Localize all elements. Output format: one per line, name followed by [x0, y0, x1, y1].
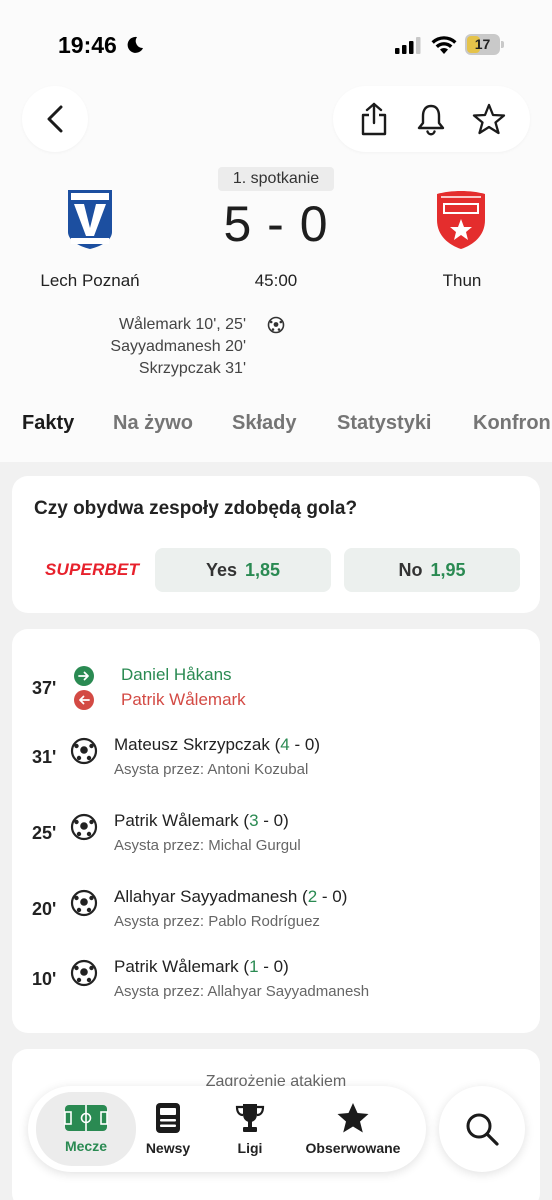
tab-stats[interactable]: Statystyki — [337, 412, 432, 435]
assist-text: Asysta przez: Pablo Rodríguez — [114, 913, 320, 930]
goal-title: Allahyar Sayyadmanesh (2 - 0) — [114, 887, 348, 906]
nav-label: Obserwowane — [305, 1140, 401, 1156]
cellular-signal-icon — [395, 37, 421, 54]
event-minute: 31' — [32, 747, 57, 767]
match-clock: 45:00 — [254, 271, 298, 290]
football-icon — [267, 316, 285, 334]
scorer-name[interactable]: Allahyar Sayyadmanesh — [114, 887, 297, 906]
home-team-name[interactable]: Lech Poznań — [20, 271, 160, 291]
nav-matches[interactable]: Mecze — [36, 1092, 136, 1166]
chevron-left-icon — [47, 105, 63, 133]
score: 5 - 0 — [223, 196, 329, 252]
odds-value: 1,85 — [245, 559, 281, 580]
back-button[interactable] — [22, 86, 88, 152]
notifications-button[interactable] — [411, 99, 451, 139]
home-scorers: Wålemark 10', 25' Sayyadmanesh 20' Skrzy… — [40, 314, 246, 380]
fc-thun-crest-icon[interactable] — [433, 190, 489, 250]
odds-label: Yes — [205, 559, 237, 580]
home-score: 3 — [249, 811, 259, 830]
away-score: - 0 — [258, 957, 284, 976]
moon-icon — [127, 36, 143, 53]
away-score: - 0 — [258, 811, 284, 830]
home-score: 2 — [307, 887, 318, 906]
home-score: 1 — [249, 957, 259, 976]
football-icon — [70, 813, 98, 841]
search-button[interactable] — [439, 1086, 525, 1172]
match-actions — [333, 86, 530, 152]
tab-live[interactable]: Na żywo — [113, 412, 193, 435]
football-icon — [70, 959, 98, 987]
scorer-name[interactable]: Patrik Wålemark — [114, 811, 239, 830]
share-button[interactable] — [354, 99, 394, 139]
assist-text: Asysta przez: Antoni Kozubal — [114, 761, 309, 778]
player-in[interactable]: Daniel Håkans — [121, 665, 232, 685]
football-icon — [70, 889, 98, 917]
nav-label: Newsy — [145, 1140, 191, 1156]
tab-facts[interactable]: Fakty — [22, 412, 74, 435]
scorer-line: Sayyadmanesh 20' — [110, 338, 246, 355]
nav-leagues[interactable]: Ligi — [220, 1086, 280, 1172]
player-out[interactable]: Patrik Wålemark — [121, 690, 246, 710]
bookmaker-logo[interactable]: SUPERBET — [45, 560, 139, 580]
nav-label: Ligi — [237, 1140, 263, 1156]
home-score: 4 — [280, 735, 290, 754]
assist-text: Asysta przez: Allahyar Sayyadmanesh — [114, 983, 370, 1000]
bell-icon — [418, 104, 445, 136]
star-icon — [337, 1103, 369, 1133]
substitution-in-icon — [74, 666, 94, 686]
scorer-name[interactable]: Mateusz Skrzypczak — [114, 735, 270, 754]
tab-head-to-head[interactable]: Konfron — [473, 412, 551, 435]
match-tabs: Fakty Na żywo Składy Statystyki Konfron — [0, 412, 552, 444]
betting-card: Czy obydwa zespoły zdobędą gola? SUPERBE… — [12, 476, 540, 613]
scorer-line: Wålemark 10', 25' — [118, 316, 246, 333]
odds-value: 1,95 — [430, 559, 466, 580]
battery-level: 17 — [474, 36, 491, 52]
newspaper-icon — [156, 1103, 180, 1133]
odds-label: No — [398, 559, 423, 580]
battery-indicator: 17 — [465, 34, 505, 55]
assist-text: Asysta przez: Michal Gurgul — [114, 837, 301, 854]
trophy-icon — [235, 1104, 265, 1132]
away-team-name[interactable]: Thun — [402, 271, 522, 291]
goal-title: Mateusz Skrzypczak (4 - 0) — [114, 735, 320, 754]
status-time: 19:46 — [58, 32, 117, 58]
football-icon — [70, 737, 98, 765]
nav-label: Mecze — [64, 1138, 108, 1154]
nav-following[interactable]: Obserwowane — [298, 1086, 408, 1172]
lech-poznan-crest-icon[interactable] — [66, 188, 114, 250]
goal-title: Patrik Wålemark (3 - 0) — [114, 811, 289, 830]
away-score: - 0 — [317, 887, 342, 906]
bottom-navigation: Mecze Newsy Ligi Obserwowane — [28, 1086, 426, 1172]
bet-question: Czy obydwa zespoły zdobędą gola? — [34, 498, 358, 519]
nav-news[interactable]: Newsy — [138, 1086, 198, 1172]
round-badge: 1. spotkanie — [218, 167, 334, 191]
pitch-icon — [64, 1105, 108, 1131]
search-icon — [466, 1113, 499, 1146]
event-minute: 25' — [32, 823, 57, 843]
scorer-name[interactable]: Patrik Wålemark — [114, 957, 239, 976]
favorite-button[interactable] — [469, 99, 509, 139]
substitution-out-icon — [74, 690, 94, 710]
share-icon — [361, 102, 387, 136]
odds-no-button[interactable]: No 1,95 — [344, 548, 520, 592]
match-events-card: 37' Daniel Håkans Patrik Wålemark 31' Ma… — [12, 629, 540, 1033]
scorer-line: Skrzypczak 31' — [138, 360, 246, 377]
event-minute: 20' — [32, 899, 57, 919]
event-minute: 37' — [32, 678, 57, 698]
star-outline-icon — [472, 103, 506, 135]
wifi-icon — [431, 36, 457, 54]
odds-yes-button[interactable]: Yes 1,85 — [155, 548, 331, 592]
status-bar: 19:46 17 — [0, 0, 552, 90]
event-minute: 10' — [32, 969, 57, 989]
tab-lineups[interactable]: Składy — [232, 412, 296, 435]
away-score: - 0 — [289, 735, 315, 754]
goal-title: Patrik Wålemark (1 - 0) — [114, 957, 289, 976]
